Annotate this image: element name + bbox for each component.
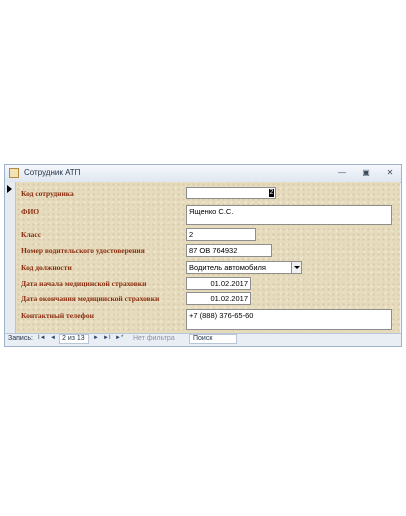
form-icon xyxy=(9,168,19,178)
label-position-code: Код должности xyxy=(21,263,72,272)
record-label: Запись: xyxy=(8,335,33,342)
label-employee-code: Код сотрудника xyxy=(21,189,74,198)
form-detail: Код сотрудника 2 ФИО Ященко С.С. Класс 2… xyxy=(16,182,400,334)
search-input[interactable]: Поиск xyxy=(189,334,237,344)
filter-indicator[interactable]: Нет фильтра xyxy=(133,335,175,342)
first-record-button[interactable]: I◄ xyxy=(38,335,46,341)
restore-button[interactable]: ▣ xyxy=(360,168,372,178)
employee-code-field[interactable]: 2 xyxy=(186,187,276,199)
selected-value: 2 xyxy=(269,189,274,197)
window-title: Сотрудник АТП xyxy=(24,168,81,177)
label-contact-phone: Контактный телефон xyxy=(21,311,94,320)
last-record-button[interactable]: ►I xyxy=(103,335,111,341)
dropdown-arrow-icon[interactable] xyxy=(291,262,301,273)
form-window: Сотрудник АТП — ▣ ✕ Код сотрудника 2 ФИО… xyxy=(4,164,402,347)
close-button[interactable]: ✕ xyxy=(384,168,396,178)
minimize-button[interactable]: — xyxy=(336,168,348,178)
class-field[interactable]: 2 xyxy=(186,228,256,241)
new-record-button[interactable]: ►* xyxy=(115,335,123,341)
record-selector[interactable] xyxy=(5,182,16,335)
label-full-name: ФИО xyxy=(21,207,40,216)
label-class: Класс xyxy=(21,230,42,239)
next-record-button[interactable]: ► xyxy=(93,335,99,341)
record-position-input[interactable]: 2 из 13 xyxy=(59,334,89,344)
position-code-combobox[interactable]: Водитель автомобиля xyxy=(186,261,302,274)
insurance-start-field[interactable]: 01.02.2017 xyxy=(186,277,251,290)
insurance-end-field[interactable]: 01.02.2017 xyxy=(186,292,251,305)
current-record-arrow-icon xyxy=(7,185,12,193)
previous-record-button[interactable]: ◄ xyxy=(50,335,56,341)
title-bar: Сотрудник АТП — ▣ ✕ xyxy=(5,165,401,183)
full-name-field[interactable]: Ященко С.С. xyxy=(186,205,392,225)
contact-phone-field[interactable]: +7 (888) 376-65-60 xyxy=(186,309,392,330)
position-code-value: Водитель автомобиля xyxy=(189,263,266,272)
label-insurance-start: Дата начала медицинской страховки xyxy=(21,279,147,288)
record-navigation-bar: Запись: I◄ ◄ 2 из 13 ► ►I ►* Нет фильтра… xyxy=(5,333,401,346)
license-number-field[interactable]: 87 ОВ 764932 xyxy=(186,244,272,257)
label-license-number: Номер водительского удостоверения xyxy=(21,246,145,255)
label-insurance-end: Дата окончания медицинской страховки xyxy=(21,294,160,303)
